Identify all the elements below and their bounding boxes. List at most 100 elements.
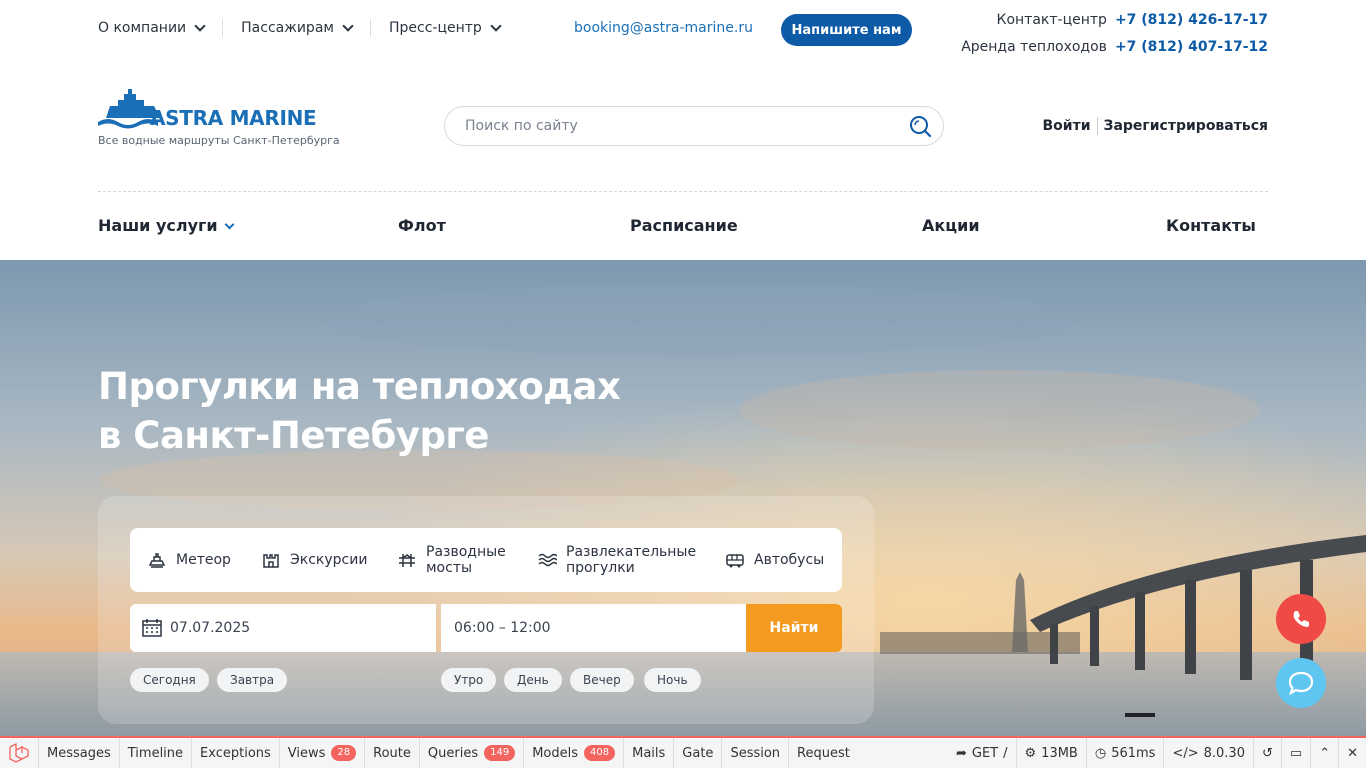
debug-memory-value: 13MB — [1041, 745, 1078, 761]
bus-icon — [726, 554, 744, 568]
chip-today[interactable]: Сегодня — [130, 668, 209, 692]
find-button[interactable]: Найти — [746, 604, 842, 652]
auth-links: Войти Зарегистрироваться — [1042, 117, 1268, 135]
category-buses[interactable]: Автобусы — [725, 528, 824, 592]
chip-night[interactable]: Ночь — [644, 668, 701, 692]
chevron-up-icon[interactable]: ⌃ — [1310, 738, 1338, 768]
debug-tab-request[interactable]: Request — [789, 738, 858, 768]
count-badge: 408 — [584, 745, 616, 761]
debug-tab-timeline[interactable]: Timeline — [120, 738, 193, 768]
debug-time: ◷ 561ms — [1085, 738, 1164, 768]
bridge-icon — [399, 554, 415, 567]
waves-icon — [538, 553, 557, 567]
folder-icon[interactable]: ▭ — [1280, 738, 1310, 768]
contact-label: Контакт-центр — [996, 12, 1107, 28]
contacts-block: Контакт-центр +7 (812) 426-17-17 Аренда т… — [961, 7, 1268, 61]
chevron-down-icon — [490, 20, 502, 32]
logo[interactable]: ASTRA MARINE Все водные маршруты Санкт-П… — [98, 88, 343, 150]
date-field[interactable]: 07.07.2025 — [130, 604, 436, 652]
debug-tab-gate[interactable]: Gate — [674, 738, 723, 768]
debug-tab-label: Views — [287, 745, 326, 761]
calendar-icon — [142, 619, 162, 637]
cogs-icon: ⚙ — [1024, 745, 1037, 761]
nav-contacts[interactable]: Контакты — [1166, 216, 1256, 235]
nav-fleet[interactable]: Флот — [398, 216, 446, 235]
chip-evening[interactable]: Вечер — [570, 668, 634, 692]
search-box — [444, 106, 944, 146]
hero-title-line: Прогулки на теплоходах — [98, 365, 621, 408]
write-us-button[interactable]: Напишите нам — [781, 14, 912, 46]
debug-tab-views[interactable]: Views 28 — [280, 738, 366, 768]
debug-tab-label: Queries — [427, 745, 479, 761]
chip-tomorrow[interactable]: Завтра — [217, 668, 288, 692]
count-badge: 28 — [331, 745, 357, 761]
search-icon[interactable] — [909, 115, 931, 137]
hydrofoil-icon — [148, 553, 166, 568]
debug-tab-models[interactable]: Models 408 — [524, 738, 625, 768]
debug-path: / — [1003, 745, 1008, 761]
date-value: 07.07.2025 — [170, 620, 251, 636]
laravel-logo-icon[interactable] — [0, 738, 39, 768]
contact-phone[interactable]: +7 (812) 426-17-17 — [1115, 12, 1268, 28]
category-excursions[interactable]: Экскурсии — [261, 528, 367, 592]
email-link[interactable]: booking@astra-marine.ru — [574, 20, 753, 36]
history-icon[interactable]: ↺ — [1252, 738, 1281, 768]
category-bar: Метеор Экскурсии Разводные мосты Развлек… — [130, 528, 842, 592]
share-icon: ➦ — [955, 745, 967, 761]
nav-schedule[interactable]: Расписание — [630, 216, 738, 235]
search-input[interactable] — [465, 107, 895, 145]
register-link[interactable]: Зарегистрироваться — [1104, 118, 1268, 134]
contact-row: Контакт-центр +7 (812) 426-17-17 — [961, 7, 1268, 34]
debug-status: ➦ GET / ⚙ 13MB ◷ 561ms </> 8.0.30 ↺ ▭ ⌃ ✕ — [948, 738, 1366, 768]
booking-panel: Метеор Экскурсии Разводные мосты Развлек… — [98, 496, 874, 724]
debug-tab-exceptions[interactable]: Exceptions — [192, 738, 280, 768]
contact-phone[interactable]: +7 (812) 407-17-12 — [1115, 39, 1268, 55]
chevron-down-icon — [194, 20, 206, 32]
header-divider — [98, 191, 1268, 192]
chip-morning[interactable]: Утро — [441, 668, 497, 692]
top-bar: О компании Пассажирам Пресс-центр bookin… — [0, 0, 1366, 70]
debug-tab-messages[interactable]: Messages — [39, 738, 120, 768]
debug-memory: ⚙ 13MB — [1015, 738, 1086, 768]
topnav-passengers[interactable]: Пассажирам — [241, 20, 354, 36]
nav-services[interactable]: Наши услуги — [98, 216, 235, 235]
hero-banner: Прогулки на теплоходах в Санкт-Петебурге… — [0, 260, 1366, 736]
debug-method: GET — [971, 745, 999, 761]
top-nav: О компании Пассажирам Пресс-центр — [98, 19, 502, 37]
debug-tab-route[interactable]: Route — [365, 738, 420, 768]
category-label: Экскурсии — [290, 552, 368, 568]
auth-separator — [1096, 117, 1098, 135]
chat-button[interactable] — [1276, 658, 1326, 708]
topnav-about[interactable]: О компании — [98, 20, 206, 36]
topnav-about-label: О компании — [98, 20, 187, 36]
code-icon: </> — [1172, 745, 1199, 761]
debug-tab-session[interactable]: Session — [722, 738, 790, 768]
phone-icon — [1293, 611, 1309, 627]
category-entertainment[interactable]: Развлекательные прогулки — [537, 528, 707, 592]
category-meteor[interactable]: Метеор — [147, 528, 231, 592]
chip-day[interactable]: День — [504, 668, 562, 692]
topnav-press[interactable]: Пресс-центр — [388, 20, 502, 36]
logo-name: ASTRA MARINE — [150, 106, 317, 130]
hero-title-line: в Санкт-Петебурге — [98, 414, 489, 457]
debug-tab-mails[interactable]: Mails — [624, 738, 675, 768]
debug-tab-queries[interactable]: Queries 149 — [420, 738, 525, 768]
time-value: 06:00 – 12:00 — [454, 620, 551, 636]
category-label: Разводные мосты — [426, 544, 506, 576]
login-link[interactable]: Войти — [1042, 118, 1090, 134]
category-label: Автобусы — [754, 552, 825, 568]
time-field[interactable]: 06:00 – 12:00 — [441, 604, 747, 652]
topnav-separator — [369, 19, 371, 37]
debug-time-value: 561ms — [1111, 745, 1156, 761]
chevron-down-icon — [224, 219, 235, 230]
close-icon[interactable]: ✕ — [1338, 738, 1366, 768]
category-bridges[interactable]: Разводные мосты — [397, 528, 517, 592]
castle-icon — [263, 554, 279, 568]
call-button[interactable] — [1276, 594, 1326, 644]
debug-route-info[interactable]: ➦ GET / — [948, 738, 1016, 768]
nav-promos[interactable]: Акции — [922, 216, 980, 235]
category-label: Метеор — [176, 552, 231, 568]
clock-icon: ◷ — [1094, 745, 1107, 761]
topnav-press-label: Пресс-центр — [388, 20, 482, 36]
count-badge: 149 — [484, 745, 516, 761]
